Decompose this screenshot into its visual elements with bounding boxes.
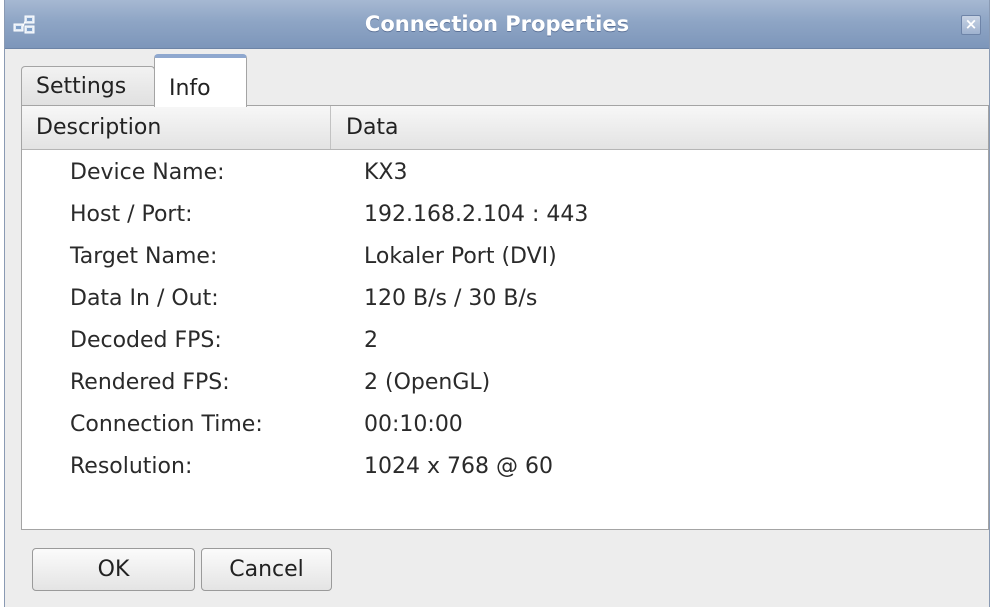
- table-row[interactable]: Rendered FPS: 2 (OpenGL): [22, 362, 988, 404]
- row-description: Target Name:: [70, 244, 218, 269]
- row-data: 00:10:00: [364, 412, 463, 437]
- table-row[interactable]: Data In / Out: 120 B/s / 30 B/s: [22, 278, 988, 320]
- row-description: Device Name:: [70, 160, 225, 185]
- tab-settings[interactable]: Settings: [21, 66, 155, 106]
- row-description: Rendered FPS:: [70, 370, 230, 395]
- table-header: Description Data: [22, 106, 988, 150]
- row-data: Lokaler Port (DVI): [364, 244, 557, 269]
- info-panel: Description Data Device Name: KX3 Host /…: [21, 105, 989, 530]
- row-data: 2: [364, 328, 378, 353]
- ok-button[interactable]: OK: [32, 548, 195, 591]
- row-data: 120 B/s / 30 B/s: [364, 286, 538, 311]
- cancel-button[interactable]: Cancel: [201, 548, 332, 591]
- table-row[interactable]: Device Name: KX3: [22, 152, 988, 194]
- column-header-data[interactable]: Data: [332, 106, 399, 149]
- properties-list: Device Name: KX3 Host / Port: 192.168.2.…: [22, 152, 988, 488]
- connection-properties-dialog: Connection Properties × Settings Info De…: [4, 0, 990, 607]
- row-data: 1024 x 768 @ 60: [364, 454, 553, 479]
- window-title: Connection Properties: [364, 12, 630, 36]
- column-header-description[interactable]: Description: [22, 106, 331, 149]
- table-row[interactable]: Connection Time: 00:10:00: [22, 404, 988, 446]
- table-row[interactable]: Target Name: Lokaler Port (DVI): [22, 236, 988, 278]
- row-description: Data In / Out:: [70, 286, 219, 311]
- row-description: Decoded FPS:: [70, 328, 222, 353]
- title-bar[interactable]: Connection Properties ×: [5, 0, 989, 49]
- row-description: Host / Port:: [70, 202, 193, 227]
- row-data: 192.168.2.104 : 443: [364, 202, 589, 227]
- row-description: Connection Time:: [70, 412, 263, 437]
- table-row[interactable]: Decoded FPS: 2: [22, 320, 988, 362]
- table-row[interactable]: Resolution: 1024 x 768 @ 60: [22, 446, 988, 488]
- row-description: Resolution:: [70, 454, 193, 479]
- row-data: KX3: [364, 160, 408, 185]
- tab-bar: Settings Info: [21, 54, 421, 107]
- tab-info[interactable]: Info: [154, 54, 247, 107]
- close-icon[interactable]: ×: [961, 15, 981, 35]
- row-data: 2 (OpenGL): [364, 370, 491, 395]
- table-row[interactable]: Host / Port: 192.168.2.104 : 443: [22, 194, 988, 236]
